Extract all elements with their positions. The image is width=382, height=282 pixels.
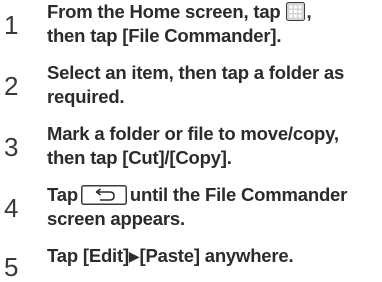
step-text-segment: Tap — [47, 184, 78, 205]
step-text: Select an item, then tap a folder as req… — [47, 61, 377, 109]
step-text-segment: until the File Commander — [129, 184, 348, 205]
apps-grid-icon — [286, 2, 306, 21]
step-line: Tap [Edit]▶[Paste] anywhere. — [47, 244, 377, 268]
step-text: Tap [Edit]▶[Paste] anywhere. — [47, 244, 377, 268]
step-number: 2 — [4, 71, 19, 101]
step-line: screen appears. — [47, 208, 185, 229]
back-key-icon — [80, 185, 127, 205]
step-text-segment: , — [306, 1, 312, 22]
step-text-segment: Tap [Edit] — [47, 245, 129, 266]
instruction-steps: 1 From the Home screen, tap , then tap [… — [0, 0, 382, 282]
step-line: then tap [File Commander]. — [47, 25, 282, 46]
step-line: Select an item, then tap a folder as — [47, 62, 345, 83]
step-text-segment: From the Home screen, tap — [47, 1, 281, 22]
step-number: 1 — [4, 10, 19, 40]
step-text: Mark a folder or file to move/copy, then… — [47, 122, 377, 170]
triangle-arrow-icon: ▶ — [128, 248, 140, 264]
step-line: From the Home screen, tap , — [47, 0, 377, 24]
step-text: From the Home screen, tap , then tap [Fi… — [47, 0, 377, 48]
step-line: Mark a folder or file to move/copy, — [47, 123, 339, 144]
step-text-segment: [Paste] anywhere. — [139, 245, 294, 266]
step-line: required. — [47, 86, 125, 107]
step-number: 3 — [4, 132, 19, 162]
step-number: 4 — [4, 193, 19, 223]
step-line: Tap until the File Commander — [47, 183, 377, 207]
step-line: then tap [Cut]/[Copy]. — [47, 147, 232, 168]
step-text: Tap until the File Commander screen appe… — [47, 183, 377, 231]
step-number: 5 — [4, 252, 19, 282]
